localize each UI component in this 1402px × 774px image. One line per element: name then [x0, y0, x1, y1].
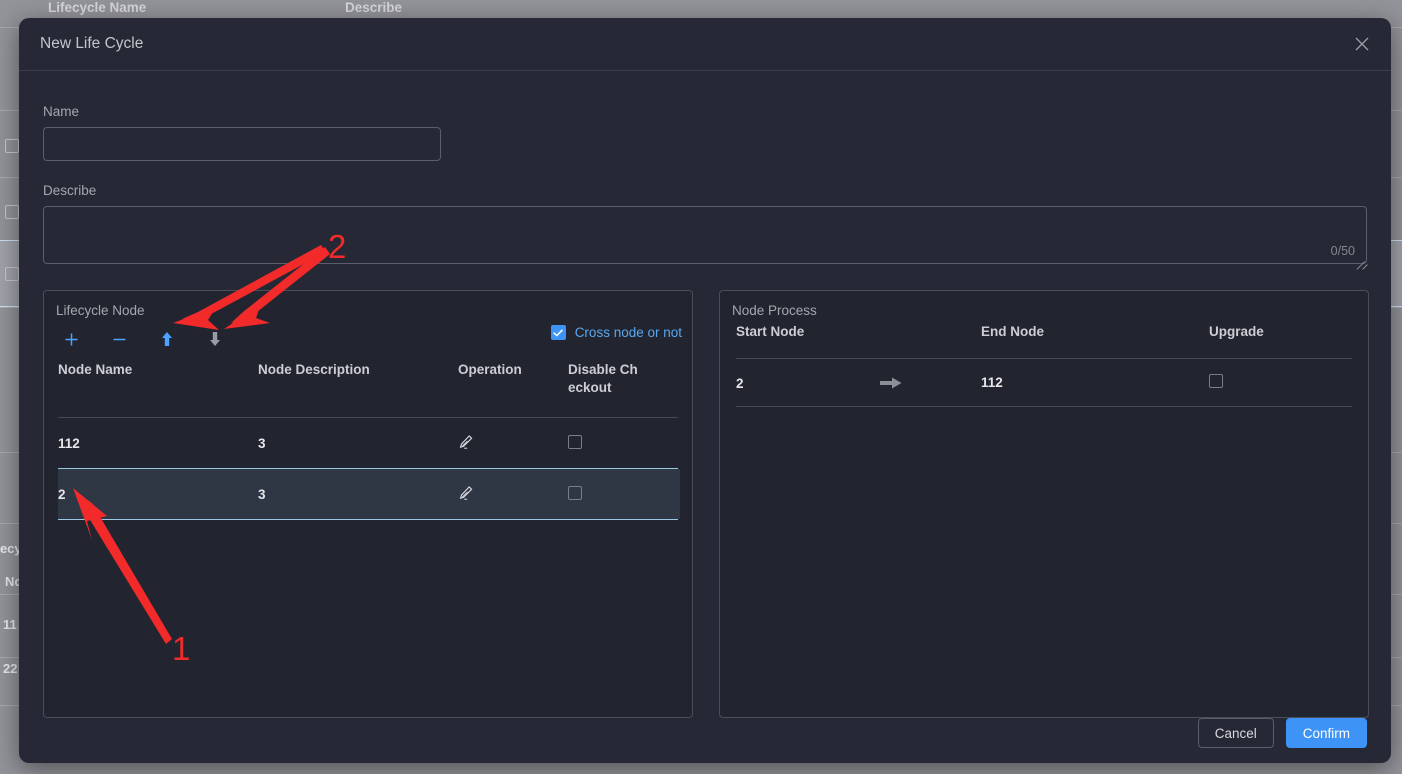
cell-start-node: 2 [736, 359, 981, 406]
cell-node-description: 3 [258, 435, 266, 451]
cell-node-name: 112 [58, 435, 80, 451]
name-label: Name [43, 104, 80, 119]
cell-end-node: 112 [981, 375, 1003, 390]
lifecycle-node-title: Lifecycle Node [56, 303, 145, 318]
lifecycle-node-header-row: Node Name Node Description Operation Dis… [58, 361, 680, 417]
cross-node-checkbox[interactable] [550, 325, 566, 340]
background-row-checkbox[interactable] [5, 267, 19, 281]
table-row[interactable]: 2 112 [736, 359, 1354, 406]
upgrade-checkbox[interactable] [1209, 374, 1223, 388]
move-up-button[interactable] [152, 327, 182, 351]
disable-checkout-checkbox[interactable] [568, 485, 582, 500]
move-down-button[interactable] [200, 327, 230, 351]
table-row[interactable]: 112 3 [58, 418, 680, 468]
background-column-lifecycle-name: Lifecycle Name [48, 0, 147, 15]
background-fragment-11: 11 [3, 617, 17, 632]
name-input[interactable] [43, 127, 441, 161]
start-node-value: 2 [736, 376, 744, 391]
new-life-cycle-dialog: New Life Cycle Name Describe 0/50 Lifecy… [19, 18, 1391, 763]
describe-textarea[interactable] [43, 206, 1367, 264]
background-row-checkbox[interactable] [5, 205, 19, 219]
column-node-description: Node Description [258, 362, 370, 377]
selected-row-bottom-border [58, 519, 678, 520]
column-operation: Operation [458, 362, 522, 377]
remove-node-button[interactable] [104, 327, 134, 351]
background-column-describe: Describe [345, 0, 403, 15]
background-fragment-22: 22 [3, 661, 18, 676]
cross-node-checkbox-group[interactable]: Cross node or not [550, 325, 682, 340]
node-process-table: Start Node End Node Upgrade 2 112 [720, 318, 1368, 407]
close-icon[interactable] [1349, 31, 1375, 57]
node-process-title: Node Process [732, 303, 817, 318]
lifecycle-node-table: Node Name Node Description Operation Dis… [44, 351, 692, 520]
pencil-icon[interactable] [458, 485, 474, 504]
add-node-button[interactable] [56, 327, 86, 351]
dialog-title: New Life Cycle [40, 35, 144, 52]
name-field-group: Name [43, 71, 1367, 161]
table-row[interactable]: 2 3 [58, 469, 680, 519]
cell-node-description: 3 [258, 469, 458, 519]
column-end-node: End Node [981, 324, 1044, 339]
lifecycle-node-panel: Lifecycle Node Cross node or not Node Na… [43, 290, 693, 718]
dialog-footer: Cancel Confirm [19, 703, 1391, 763]
column-upgrade: Upgrade [1209, 324, 1264, 339]
cell-disable-checkout [568, 418, 680, 468]
arrow-right-icon [879, 376, 903, 393]
describe-field-group: Describe 0/50 [43, 161, 1368, 270]
column-node-name: Node Name [58, 362, 133, 377]
cancel-button[interactable]: Cancel [1197, 718, 1274, 748]
cell-operation [458, 418, 568, 468]
background-row-checkbox[interactable] [5, 139, 19, 153]
pencil-icon[interactable] [458, 434, 474, 453]
column-disable-checkout: Disable Ch eckout [568, 362, 638, 396]
column-start-node: Start Node [736, 324, 805, 339]
dialog-header: New Life Cycle [19, 18, 1391, 71]
cell-disable-checkout [568, 469, 680, 519]
node-process-panel: Node Process Start Node End Node Upgrade [719, 290, 1369, 718]
cell-node-name: 2 [58, 469, 258, 519]
describe-label: Describe [43, 183, 97, 198]
panels-container: Lifecycle Node Cross node or not Node Na… [43, 290, 1369, 718]
node-process-header-row: Start Node End Node Upgrade [736, 324, 1354, 358]
confirm-button[interactable]: Confirm [1285, 718, 1367, 748]
cross-node-label: Cross node or not [574, 325, 682, 340]
disable-checkout-checkbox[interactable] [568, 434, 582, 449]
describe-textarea-wrapper: 0/50 [43, 206, 1368, 270]
row-divider [736, 406, 1352, 407]
cell-operation [458, 469, 568, 519]
dialog-body: Name Describe 0/50 Lifecycle Node Cross … [19, 71, 1391, 718]
cell-upgrade [1209, 359, 1354, 406]
lifecycle-node-toolbar: Cross node or not [44, 318, 692, 351]
